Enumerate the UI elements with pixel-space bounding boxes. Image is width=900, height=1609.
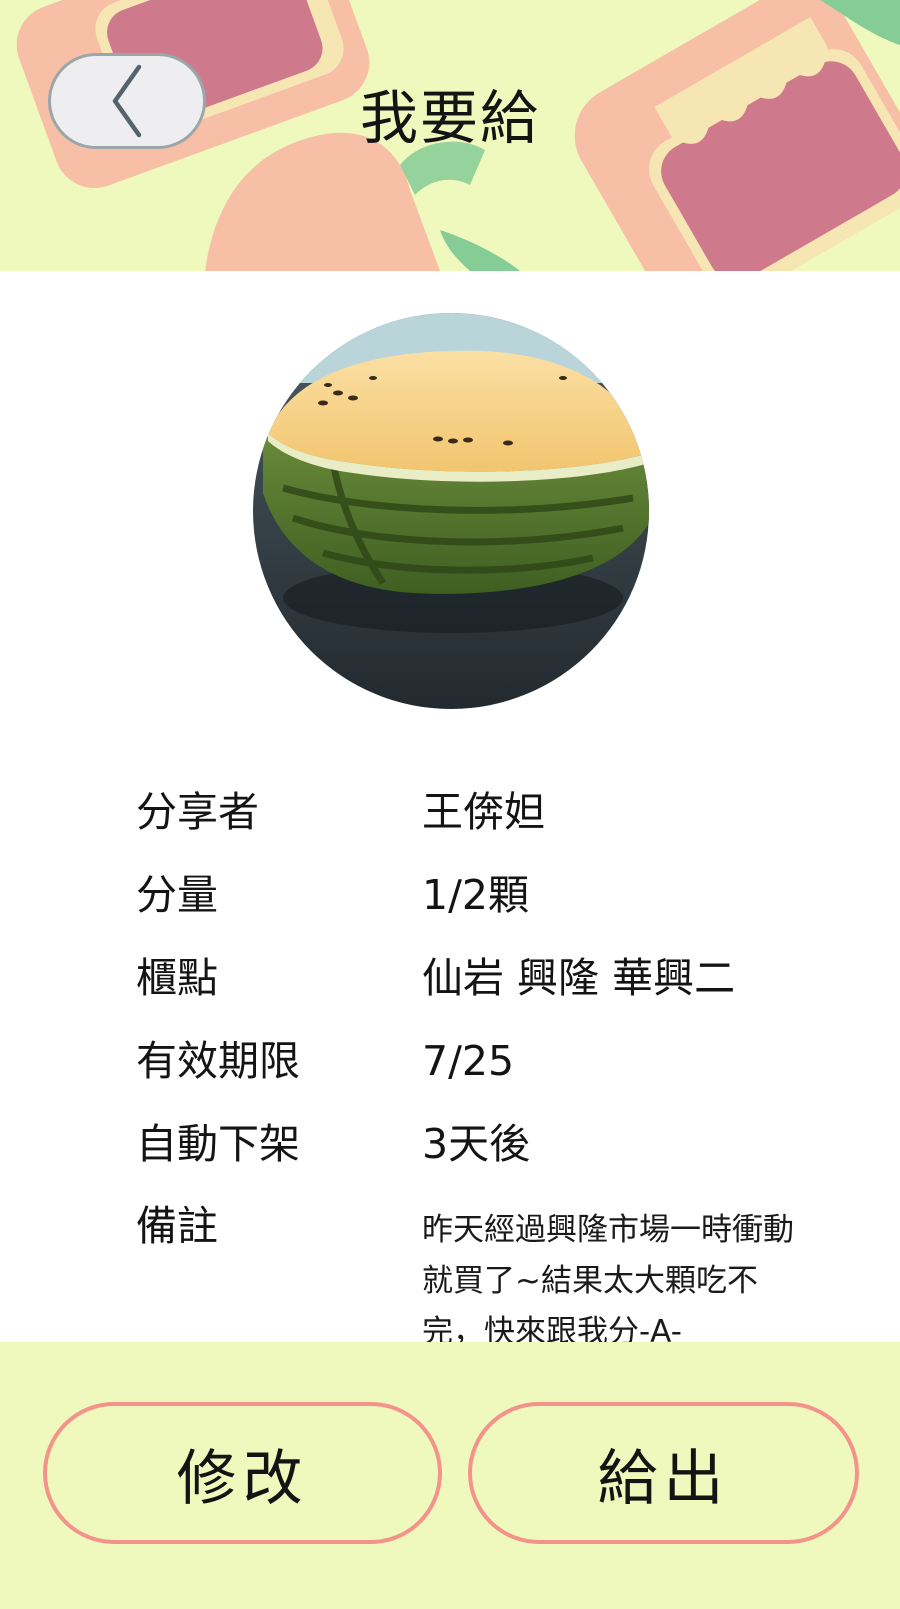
sharer-label: 分享者 — [136, 788, 259, 836]
food-photo — [253, 313, 649, 709]
page-title: 我要給 — [359, 84, 540, 152]
sharer-value: 王倴妲 — [422, 788, 545, 836]
expiry-value: 7/25 — [422, 1037, 515, 1085]
quantity-value: 1/2顆 — [422, 871, 529, 919]
chevron-left-icon — [112, 64, 142, 138]
back-button[interactable] — [48, 53, 206, 149]
edit-button[interactable]: 修改 — [43, 1402, 442, 1544]
auto-delist-value: 3天後 — [422, 1120, 531, 1168]
quantity-label: 分量 — [136, 871, 218, 919]
note-text: 昨天經過興隆市場一時衝動就買了~結果太大顆吃不完，快來跟我分-A- — [422, 1212, 794, 1350]
header-banner: 我要給 — [0, 0, 900, 271]
watermelon-image — [253, 313, 649, 709]
note-label: 備註 — [136, 1202, 218, 1250]
footer-action-bar: 修改 給出 — [0, 1342, 900, 1609]
expiry-label: 有效期限 — [136, 1037, 300, 1085]
location-label: 櫃點 — [136, 954, 218, 1002]
give-button[interactable]: 給出 — [468, 1402, 859, 1544]
auto-delist-label: 自動下架 — [136, 1120, 300, 1168]
location-value: 仙岩 興隆 華興二 — [422, 954, 736, 1002]
